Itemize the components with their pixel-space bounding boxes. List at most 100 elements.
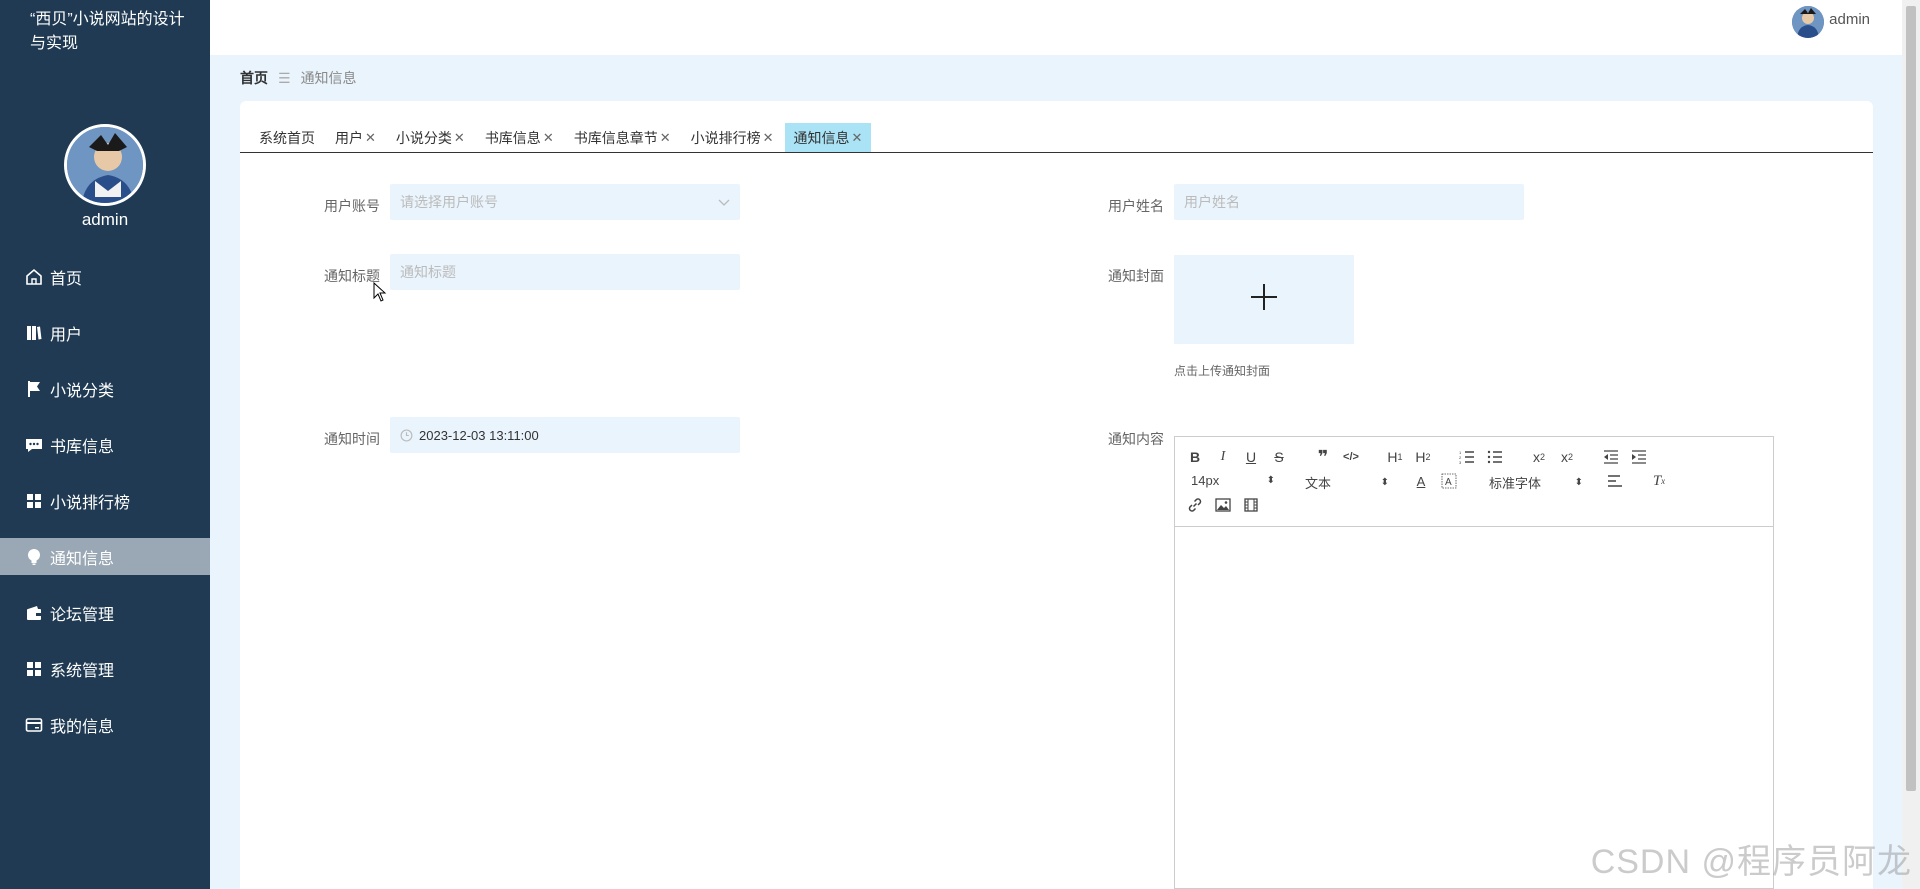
- chevron-down-icon: [718, 194, 730, 210]
- close-icon[interactable]: ✕: [454, 130, 465, 146]
- page-scrollbar[interactable]: [1902, 0, 1920, 889]
- superscript-button[interactable]: x2: [1557, 447, 1577, 467]
- chevron-updown-icon: ⬍: [1380, 477, 1389, 488]
- tab-label: 通知信息: [793, 130, 850, 146]
- cover-label: 通知封面: [1108, 268, 1164, 284]
- sidebar-item-novel-category[interactable]: 小说分类: [0, 370, 210, 407]
- tab-ranking[interactable]: 小说排行榜 ✕: [682, 123, 783, 153]
- sidebar-item-forum[interactable]: 论坛管理: [0, 594, 210, 631]
- name-input[interactable]: [1184, 194, 1514, 210]
- top-avatar[interactable]: [1792, 6, 1824, 38]
- close-icon[interactable]: ✕: [660, 130, 671, 146]
- font-color-button[interactable]: A: [1411, 471, 1431, 491]
- underline-button[interactable]: U: [1241, 447, 1261, 467]
- cover-upload[interactable]: [1174, 255, 1354, 344]
- font-family-select[interactable]: 标准字体 ⬍: [1489, 473, 1583, 492]
- tab-label: 小说排行榜: [690, 130, 761, 146]
- svg-text:A: A: [1445, 477, 1452, 488]
- outdent-icon[interactable]: [1601, 447, 1621, 467]
- flag-icon: [24, 379, 44, 399]
- chat-icon: [24, 435, 44, 455]
- clear-format-button[interactable]: Tx: [1649, 471, 1669, 491]
- editor-toolbar: B I U S ❞ </> H1 H2 123 x2 x2 14px ⬍ 文本 ⬍ …: [1175, 437, 1773, 527]
- ordered-list-icon[interactable]: 123: [1457, 447, 1477, 467]
- tab-users[interactable]: 用户 ✕: [326, 123, 385, 153]
- bold-button[interactable]: B: [1185, 447, 1205, 467]
- sidebar-item-label: 小说分类: [50, 382, 115, 400]
- home-icon: [24, 267, 44, 287]
- watermark: CSDN @程序员阿龙: [1590, 843, 1912, 881]
- sidebar-item-ranking[interactable]: 小说排行榜: [0, 482, 210, 519]
- tab-library[interactable]: 书库信息 ✕: [476, 123, 563, 153]
- header2-button[interactable]: H2: [1413, 447, 1433, 467]
- header-value: 文本: [1305, 476, 1332, 491]
- account-input[interactable]: [400, 194, 718, 210]
- top-username[interactable]: admin: [1829, 11, 1870, 28]
- plus-icon: [1249, 282, 1279, 317]
- bullet-list-icon[interactable]: [1485, 447, 1505, 467]
- font-size-select[interactable]: 14px ⬍: [1191, 473, 1275, 488]
- font-family-value: 标准字体: [1489, 476, 1542, 491]
- sidebar: “西贝”小说网站的设计与实现 admin 首页 用户 小说分类 书库信息 小说排…: [0, 0, 210, 889]
- subscript-button[interactable]: x2: [1529, 447, 1549, 467]
- header1-button[interactable]: H1: [1385, 447, 1405, 467]
- sidebar-item-label: 我的信息: [50, 718, 115, 736]
- cover-upload-hint: 点击上传通知封面: [1174, 364, 1271, 378]
- sidebar-item-system[interactable]: 系统管理: [0, 650, 210, 687]
- scrollbar-thumb[interactable]: [1906, 6, 1916, 791]
- close-icon[interactable]: ✕: [763, 130, 774, 146]
- time-picker[interactable]: 2023-12-03 13:11:00: [390, 417, 740, 453]
- blockquote-button[interactable]: ❞: [1313, 447, 1333, 467]
- wallet-icon: [24, 603, 44, 623]
- tab-label: 系统首页: [259, 130, 315, 146]
- sidebar-item-users[interactable]: 用户: [0, 314, 210, 351]
- app-title: “西贝”小说网站的设计与实现: [30, 11, 185, 52]
- tab-novel-category[interactable]: 小说分类 ✕: [387, 123, 474, 153]
- tab-system-home[interactable]: 系统首页: [250, 123, 324, 153]
- sidebar-item-label: 小说排行榜: [50, 494, 131, 512]
- top-bar: admin: [210, 0, 1902, 55]
- video-icon[interactable]: [1241, 495, 1261, 515]
- code-block-button[interactable]: </>: [1341, 447, 1361, 467]
- close-icon[interactable]: ✕: [852, 130, 863, 146]
- rich-text-editor: B I U S ❞ </> H1 H2 123 x2 x2 14px ⬍ 文本 ⬍ …: [1174, 436, 1774, 889]
- time-value: 2023-12-03 13:11:00: [419, 427, 539, 443]
- strike-button[interactable]: S: [1269, 447, 1289, 467]
- title-input[interactable]: [400, 264, 730, 280]
- menu-icon: ☰: [278, 69, 291, 86]
- time-label: 通知时间: [324, 431, 380, 447]
- sidebar-item-my-info[interactable]: 我的信息: [0, 706, 210, 743]
- indent-icon[interactable]: [1629, 447, 1649, 467]
- avatar: [64, 124, 146, 206]
- tab-label: 用户: [335, 130, 363, 146]
- tab-label: 书库信息章节: [573, 130, 658, 146]
- align-icon[interactable]: [1605, 471, 1625, 491]
- image-icon[interactable]: [1213, 495, 1233, 515]
- chevron-updown-icon: ⬍: [1574, 477, 1583, 488]
- tab-label: 小说分类: [395, 130, 452, 146]
- close-icon[interactable]: ✕: [543, 130, 554, 146]
- link-icon[interactable]: [1185, 495, 1205, 515]
- sidebar-item-home[interactable]: 首页: [0, 258, 210, 295]
- clock-icon: [400, 429, 413, 442]
- sidebar-item-label: 用户: [50, 326, 83, 344]
- tab-library-chapters[interactable]: 书库信息章节 ✕: [565, 123, 680, 153]
- close-icon[interactable]: ✕: [365, 130, 376, 146]
- breadcrumb-home[interactable]: 首页: [240, 68, 268, 88]
- breadcrumb-current: 通知信息: [300, 70, 357, 86]
- grid-icon: [24, 659, 44, 679]
- italic-button[interactable]: I: [1213, 447, 1233, 467]
- sidebar-item-notice[interactable]: 通知信息: [0, 538, 210, 575]
- name-field[interactable]: [1174, 184, 1524, 220]
- background-color-icon[interactable]: A: [1439, 471, 1459, 491]
- chevron-updown-icon: ⬍: [1266, 475, 1275, 486]
- header-select[interactable]: 文本 ⬍: [1305, 473, 1389, 492]
- bulb-icon: [24, 547, 44, 567]
- title-field[interactable]: [390, 254, 740, 290]
- account-select[interactable]: [390, 184, 740, 220]
- font-size-value: 14px: [1191, 473, 1220, 488]
- sidebar-item-library[interactable]: 书库信息: [0, 426, 210, 463]
- tab-notice[interactable]: 通知信息 ✕: [784, 123, 872, 153]
- title-label: 通知标题: [324, 268, 380, 284]
- tab-divider: [240, 152, 1873, 153]
